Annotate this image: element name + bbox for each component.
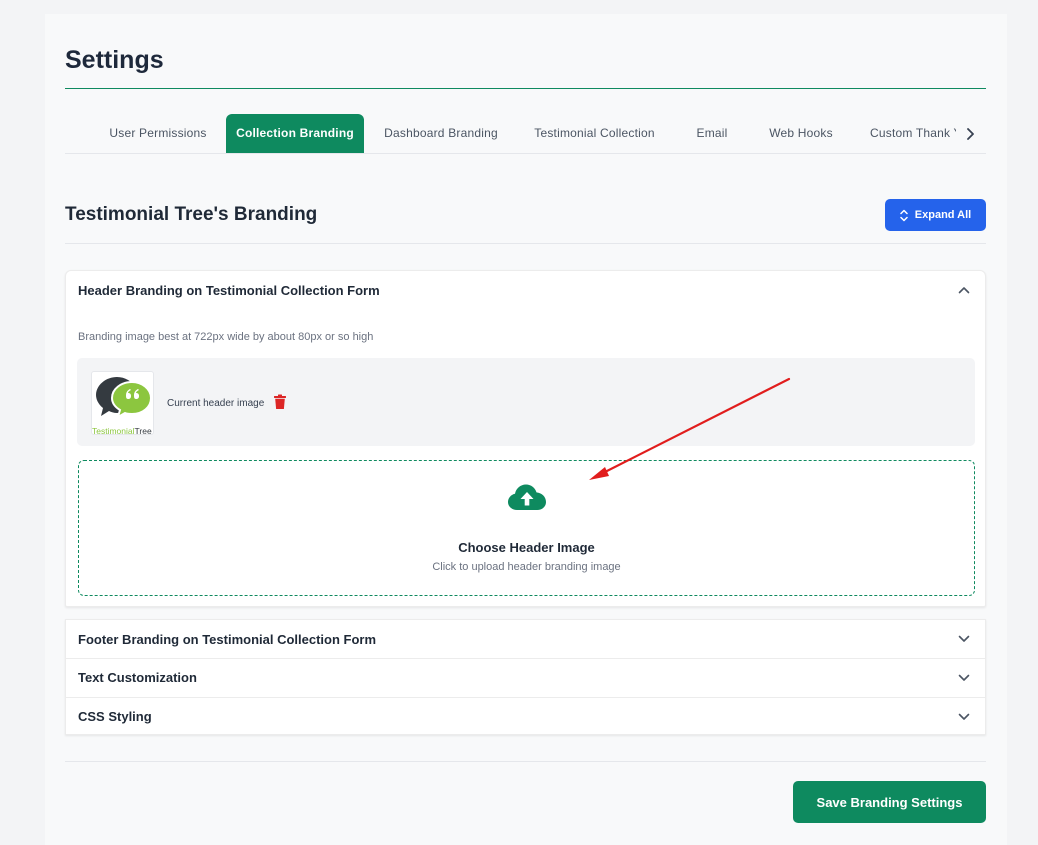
settings-panel: Settings User Permissions Collection Bra… [45, 14, 1007, 845]
cloud-upload-icon [507, 483, 547, 515]
branding-size-hint: Branding image best at 722px wide by abo… [78, 331, 374, 343]
save-branding-settings-button[interactable]: Save Branding Settings [793, 781, 986, 823]
current-header-image-label: Current header image [167, 398, 265, 409]
accordion-title: Text Customization [78, 670, 197, 685]
tab-web-hooks[interactable]: Web Hooks [756, 114, 846, 153]
footer-divider [65, 761, 986, 762]
settings-tabs: User Permissions Collection Branding Das… [65, 114, 986, 154]
dropzone-subtitle: Click to upload header branding image [432, 561, 621, 573]
chevron-down-icon [957, 671, 971, 685]
chevron-up-icon [957, 283, 971, 297]
section-title: Testimonial Tree's Branding [65, 204, 318, 225]
chevron-down-icon [957, 710, 971, 724]
current-image-box: TestimonialTree Current header image [77, 358, 975, 446]
page-title: Settings [65, 46, 164, 74]
accordion-title: Header Branding on Testimonial Collectio… [78, 282, 380, 298]
tab-testimonial-collection[interactable]: Testimonial Collection [522, 114, 667, 153]
chevron-right-icon [967, 127, 974, 140]
dropzone-title: Choose Header Image [458, 540, 595, 555]
css-styling-accordion-toggle[interactable]: CSS Styling [66, 697, 985, 735]
current-header-logo: TestimonialTree [91, 371, 154, 435]
expand-all-button[interactable]: Expand All [885, 199, 986, 231]
trash-icon[interactable] [273, 394, 287, 410]
accordion-title: CSS Styling [78, 709, 152, 724]
expand-collapse-icon [900, 209, 908, 221]
tab-custom-thank-you[interactable]: Custom Thank Y [870, 114, 956, 153]
collapsed-accordions: Footer Branding on Testimonial Collectio… [65, 619, 986, 735]
accordion-title: Footer Branding on Testimonial Collectio… [78, 631, 377, 647]
tab-user-permissions[interactable]: User Permissions [99, 114, 217, 153]
title-divider [65, 88, 986, 89]
tab-dashboard-branding[interactable]: Dashboard Branding [376, 114, 506, 153]
section-header: Testimonial Tree's Branding Expand All [65, 198, 986, 244]
text-customization-accordion-toggle[interactable]: Text Customization [66, 658, 985, 696]
chevron-down-icon [957, 632, 971, 646]
header-branding-accordion: Header Branding on Testimonial Collectio… [65, 270, 986, 607]
expand-all-label: Expand All [914, 209, 972, 221]
tabs-scroll-right-button[interactable] [960, 114, 980, 153]
footer-branding-accordion-toggle[interactable]: Footer Branding on Testimonial Collectio… [66, 620, 985, 658]
header-branding-accordion-toggle[interactable]: Header Branding on Testimonial Collectio… [66, 271, 985, 309]
header-image-dropzone[interactable]: Choose Header Image Click to upload head… [78, 460, 975, 596]
tab-email[interactable]: Email [685, 114, 739, 153]
svg-text:TestimonialTree: TestimonialTree [92, 426, 152, 435]
tab-collection-branding[interactable]: Collection Branding [226, 114, 364, 153]
